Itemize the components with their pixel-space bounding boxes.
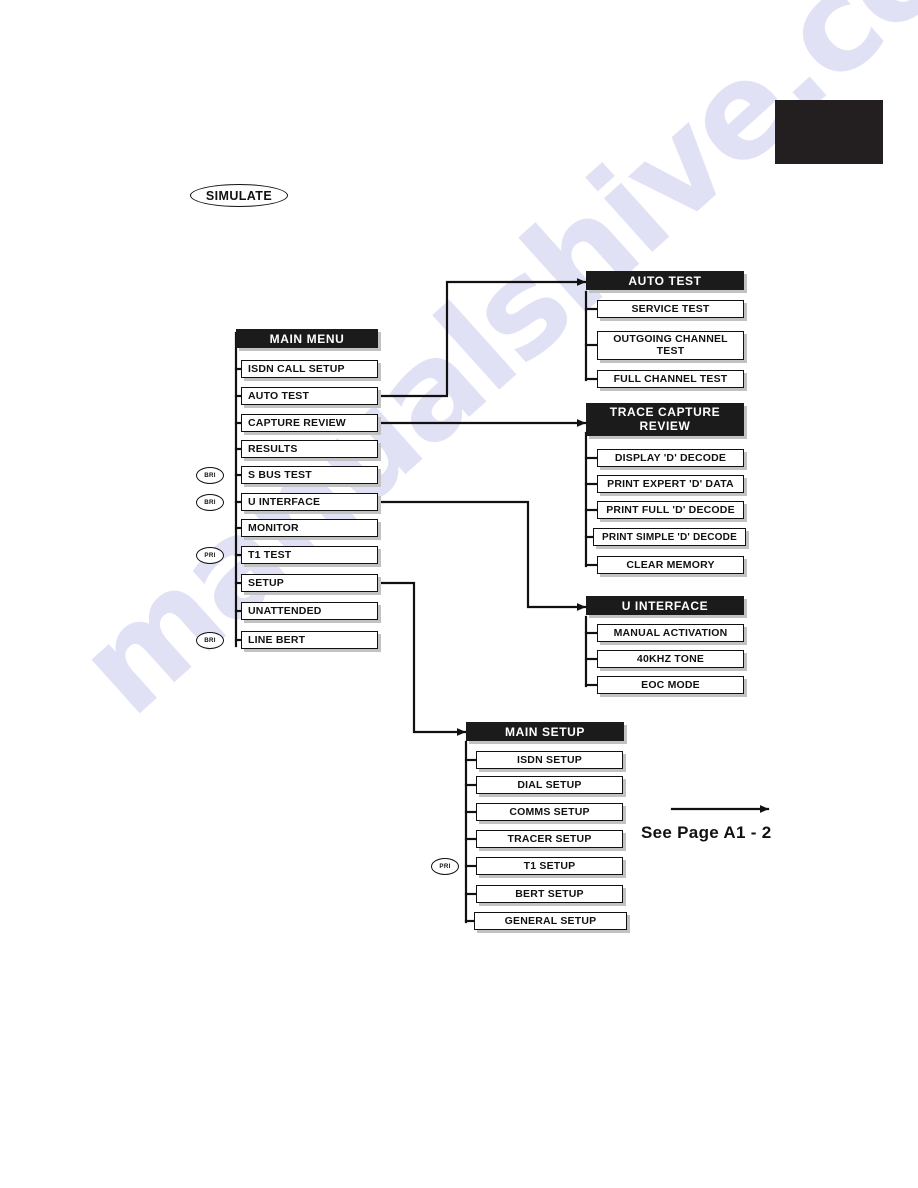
setup-item-label: DIAL SETUP bbox=[517, 779, 582, 791]
setup-item-bert-setup[interactable]: BERT SETUP bbox=[476, 885, 623, 903]
menu-item-u-interface[interactable]: U INTERFACE bbox=[241, 493, 378, 511]
trace-item-label: CLEAR MEMORY bbox=[626, 559, 715, 571]
setup-item-dial-setup[interactable]: DIAL SETUP bbox=[476, 776, 623, 794]
trace-item-print-expert-d-data[interactable]: PRINT EXPERT 'D' DATA bbox=[597, 475, 744, 493]
auto-test-item-label: SERVICE TEST bbox=[631, 303, 710, 315]
main-setup-title: MAIN SETUP bbox=[504, 724, 585, 739]
menu-item-label: MONITOR bbox=[248, 522, 299, 534]
menu-item-isdn-call-setup[interactable]: ISDN CALL SETUP bbox=[241, 360, 378, 378]
setup-item-label: TRACER SETUP bbox=[507, 833, 592, 845]
trace-item-label: PRINT SIMPLE 'D' DECODE bbox=[602, 531, 737, 543]
menu-item-label: AUTO TEST bbox=[248, 390, 310, 402]
menu-item-label: RESULTS bbox=[248, 443, 298, 455]
main-menu-header: MAIN MENU bbox=[236, 329, 378, 348]
trace-item-display-d-decode[interactable]: DISPLAY 'D' DECODE bbox=[597, 449, 744, 467]
auto-test-title: AUTO TEST bbox=[628, 273, 702, 288]
u-interface-item-manual-activation[interactable]: MANUAL ACTIVATION bbox=[597, 624, 744, 642]
menu-item-auto-test[interactable]: AUTO TEST bbox=[241, 387, 378, 405]
trace-item-print-full-d-decode[interactable]: PRINT FULL 'D' DECODE bbox=[597, 501, 744, 519]
auto-test-header: AUTO TEST bbox=[586, 271, 744, 290]
u-interface-item-label: 40KHZ TONE bbox=[636, 653, 705, 665]
simulate-badge: SIMULATE bbox=[190, 184, 288, 207]
menu-item-setup[interactable]: SETUP bbox=[241, 574, 378, 592]
setup-item-label: ISDN SETUP bbox=[516, 754, 582, 766]
menu-item-monitor[interactable]: MONITOR bbox=[241, 519, 378, 537]
tag-label: PRI bbox=[439, 863, 451, 870]
tag-label: BRI bbox=[204, 499, 216, 506]
menu-item-label: ISDN CALL SETUP bbox=[248, 363, 345, 375]
menu-item-label: UNATTENDED bbox=[248, 605, 322, 617]
menu-item-label: U INTERFACE bbox=[248, 496, 321, 508]
trace-capture-review-header: TRACE CAPTURE REVIEW bbox=[586, 403, 744, 436]
auto-test-item-outgoing-channel-test[interactable]: OUTGOING CHANNEL TEST bbox=[597, 331, 744, 360]
trace-item-print-simple-d-decode[interactable]: PRINT SIMPLE 'D' DECODE bbox=[593, 528, 746, 546]
connector-lines bbox=[234, 278, 770, 924]
menu-item-label: SETUP bbox=[248, 577, 285, 589]
u-interface-item-40khz-tone[interactable]: 40KHZ TONE bbox=[597, 650, 744, 668]
setup-item-general-setup[interactable]: GENERAL SETUP bbox=[474, 912, 627, 930]
tag-label: PRI bbox=[204, 552, 216, 559]
setup-item-t1-setup[interactable]: T1 SETUP bbox=[476, 857, 623, 875]
menu-item-label: CAPTURE REVIEW bbox=[248, 417, 346, 429]
main-menu-title: MAIN MENU bbox=[269, 331, 345, 346]
setup-item-tracer-setup[interactable]: TRACER SETUP bbox=[476, 830, 623, 848]
auto-test-item-label: FULL CHANNEL TEST bbox=[613, 373, 728, 385]
tag-bri-s-bus-test: BRI bbox=[196, 467, 224, 484]
trace-item-label: DISPLAY 'D' DECODE bbox=[614, 452, 727, 464]
auto-test-item-full-channel-test[interactable]: FULL CHANNEL TEST bbox=[597, 370, 744, 388]
tag-pri-t1-test: PRI bbox=[196, 547, 224, 564]
see-page-note-label: See Page A1 - 2 bbox=[641, 823, 772, 842]
auto-test-item-label: OUTGOING CHANNEL TEST bbox=[613, 332, 728, 357]
auto-test-item-service-test[interactable]: SERVICE TEST bbox=[597, 300, 744, 318]
setup-item-label: COMMS SETUP bbox=[509, 806, 590, 818]
menu-item-s-bus-test[interactable]: S BUS TEST bbox=[241, 466, 378, 484]
setup-item-label: BERT SETUP bbox=[515, 888, 584, 900]
u-interface-item-label: MANUAL ACTIVATION bbox=[613, 627, 728, 639]
simulate-badge-label: SIMULATE bbox=[205, 188, 273, 203]
u-interface-header: U INTERFACE bbox=[586, 596, 744, 615]
trace-capture-review-title: TRACE CAPTURE REVIEW bbox=[609, 405, 721, 433]
menu-item-results[interactable]: RESULTS bbox=[241, 440, 378, 458]
menu-item-t1-test[interactable]: T1 TEST bbox=[241, 546, 378, 564]
menu-tree-diagram-page: manualshive.com SIMULATE MAIN MENU ISDN … bbox=[0, 0, 918, 1188]
tag-label: BRI bbox=[204, 637, 216, 644]
tag-bri-u-interface: BRI bbox=[196, 494, 224, 511]
u-interface-item-label: EOC MODE bbox=[641, 679, 700, 691]
setup-item-comms-setup[interactable]: COMMS SETUP bbox=[476, 803, 623, 821]
setup-item-label: GENERAL SETUP bbox=[504, 915, 597, 927]
menu-item-line-bert[interactable]: LINE BERT bbox=[241, 631, 378, 649]
u-interface-title: U INTERFACE bbox=[621, 598, 709, 613]
setup-item-isdn-setup[interactable]: ISDN SETUP bbox=[476, 751, 623, 769]
watermark: manualshive.com bbox=[0, 0, 918, 1000]
main-setup-header: MAIN SETUP bbox=[466, 722, 624, 741]
tag-pri-t1-setup: PRI bbox=[431, 858, 459, 875]
menu-item-unattended[interactable]: UNATTENDED bbox=[241, 602, 378, 620]
see-page-note: See Page A1 - 2 bbox=[641, 823, 772, 843]
menu-item-label: LINE BERT bbox=[248, 634, 306, 646]
tag-label: BRI bbox=[204, 472, 216, 479]
menu-item-label: S BUS TEST bbox=[248, 469, 312, 481]
u-interface-item-eoc-mode[interactable]: EOC MODE bbox=[597, 676, 744, 694]
trace-item-label: PRINT FULL 'D' DECODE bbox=[606, 504, 735, 516]
setup-item-label: T1 SETUP bbox=[523, 860, 576, 872]
tag-bri-line-bert: BRI bbox=[196, 632, 224, 649]
trace-item-label: PRINT EXPERT 'D' DATA bbox=[607, 478, 734, 490]
menu-item-label: T1 TEST bbox=[248, 549, 292, 561]
menu-item-capture-review[interactable]: CAPTURE REVIEW bbox=[241, 414, 378, 432]
trace-item-clear-memory[interactable]: CLEAR MEMORY bbox=[597, 556, 744, 574]
corner-black-block bbox=[775, 100, 883, 164]
